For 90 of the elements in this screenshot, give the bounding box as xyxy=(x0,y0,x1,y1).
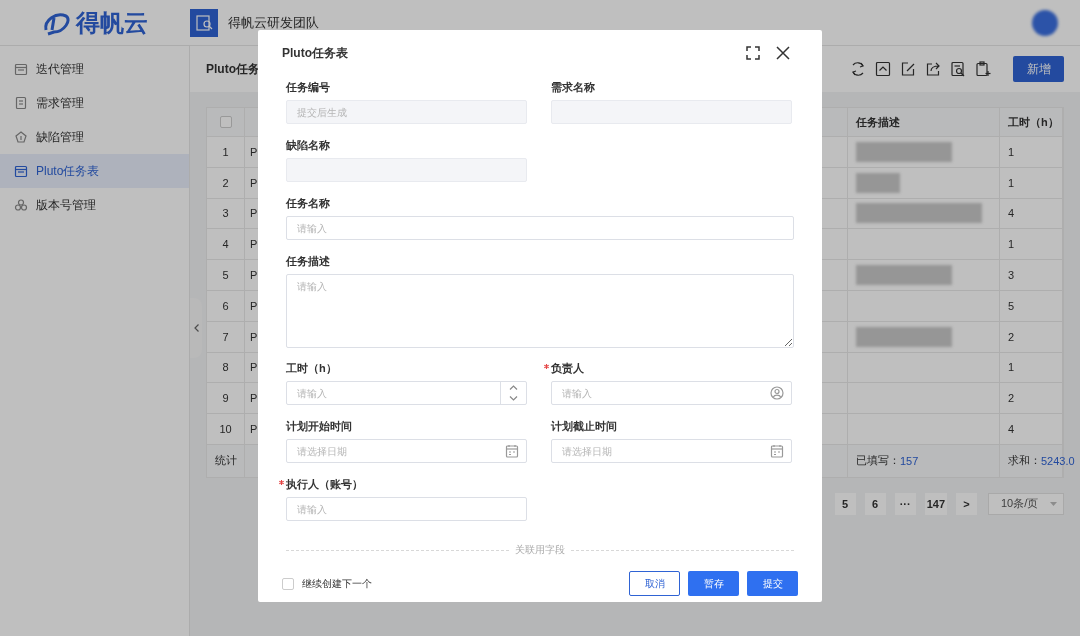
cubes-icon xyxy=(14,198,28,212)
edit-icon[interactable] xyxy=(899,60,917,78)
primary-button[interactable]: 提交 xyxy=(747,571,798,596)
field-label: 计划开始时间 xyxy=(286,418,352,434)
field-label: 工时（h） xyxy=(286,360,337,376)
field-label: 任务描述 xyxy=(286,253,330,269)
clipboard-add-icon[interactable] xyxy=(974,60,992,78)
number-field[interactable]: 请输入 xyxy=(286,381,527,405)
chevron-left-icon xyxy=(193,324,199,332)
team-name[interactable]: 得帆云研发团队 xyxy=(228,13,319,32)
calendar-icon xyxy=(505,444,519,458)
app-icon xyxy=(190,8,218,37)
column-header: 任务描述 xyxy=(848,108,1000,137)
refresh-icon[interactable] xyxy=(849,60,867,78)
collapse-icon[interactable] xyxy=(874,60,892,78)
sidebar-item[interactable]: 迭代管理 xyxy=(0,52,189,86)
sidebar-item[interactable]: 版本号管理 xyxy=(0,188,189,222)
divider-label: 关联用字段 xyxy=(515,543,565,557)
page-title: Pluto任务 xyxy=(206,60,260,78)
blurred-text xyxy=(856,172,900,193)
primary-button[interactable]: 暂存 xyxy=(688,571,739,596)
new-button[interactable]: 新增 xyxy=(1013,56,1064,82)
share-icon[interactable] xyxy=(924,60,942,78)
table-cell: 8 xyxy=(207,352,245,384)
field-label: 执行人（账号） xyxy=(286,476,363,492)
table-cell: 4 xyxy=(1000,198,1063,230)
calendar-icon xyxy=(14,62,28,76)
page-button[interactable]: ··· xyxy=(894,492,916,515)
table-cell: 2 xyxy=(1000,383,1063,415)
avatar[interactable] xyxy=(1032,9,1058,36)
table-cell: 1 xyxy=(1000,137,1063,168)
table-cell: 5 xyxy=(207,260,245,291)
calendar-icon xyxy=(770,444,784,458)
fullscreen-icon[interactable] xyxy=(746,46,760,60)
table-cell: 2 xyxy=(1000,321,1063,353)
sidebar-item[interactable]: 缺陷管理 xyxy=(0,120,189,154)
decrement-icon xyxy=(509,396,518,401)
summary-value: 157 xyxy=(900,454,919,467)
document-icon xyxy=(14,96,28,110)
table-cell: 3 xyxy=(207,198,245,230)
field-label: 缺陷名称 xyxy=(286,137,330,153)
table-cell: 1 xyxy=(1000,229,1063,261)
checkbox[interactable] xyxy=(282,577,294,590)
input-field[interactable]: 请输入 xyxy=(286,497,527,521)
column-header: 工时（h） xyxy=(1000,108,1063,137)
collapse-handle[interactable] xyxy=(190,298,202,358)
text-area[interactable]: 请输入 xyxy=(286,274,794,348)
table-cell: 2 xyxy=(207,167,245,199)
table-cell: 1 xyxy=(1000,352,1063,384)
next-page-button[interactable]: > xyxy=(956,492,977,515)
field-label: 计划截止时间 xyxy=(551,418,617,434)
select-all-checkbox[interactable] xyxy=(219,116,232,128)
summary-label: 求和： xyxy=(1008,453,1041,469)
field-label: 任务名称 xyxy=(286,195,330,211)
table-cell: 6 xyxy=(207,291,245,322)
table-cell: 1 xyxy=(1000,167,1063,199)
field-label: 任务编号 xyxy=(286,79,330,95)
page-button[interactable]: 6 xyxy=(864,492,886,515)
search-document-icon[interactable] xyxy=(949,60,967,78)
sidebar-item[interactable]: 需求管理 xyxy=(0,86,189,120)
cancel-button[interactable]: 取消 xyxy=(629,571,680,596)
dialog-title: Pluto任务表 xyxy=(282,44,349,62)
table-cell: 4 xyxy=(207,229,245,261)
table-cell: 1 xyxy=(207,137,245,168)
table-cell: 统计 xyxy=(207,444,245,477)
user-icon xyxy=(770,386,784,400)
caret-icon xyxy=(1050,501,1057,506)
field-label: 需求名称 xyxy=(551,79,595,95)
page-button[interactable]: 5 xyxy=(834,492,856,515)
date-picker[interactable]: 请选择日期 xyxy=(286,439,527,463)
page-size-select[interactable]: 10条/页 xyxy=(988,492,1064,515)
close-icon[interactable] xyxy=(776,46,790,60)
date-picker[interactable]: 请选择日期 xyxy=(551,439,792,463)
increment-icon xyxy=(509,385,518,390)
table-cell: 9 xyxy=(207,383,245,415)
table-cell: 5 xyxy=(1000,291,1063,322)
table-cell: 10 xyxy=(207,414,245,445)
table-cell: 7 xyxy=(207,321,245,353)
calendar-icon xyxy=(14,164,28,178)
field-label: 负责人 xyxy=(551,360,584,376)
input-field[interactable]: 请输入 xyxy=(286,216,794,240)
page-button[interactable]: 147 xyxy=(924,492,947,515)
table-cell: 4 xyxy=(1000,414,1063,445)
sidebar-item[interactable]: Pluto任务表 xyxy=(0,154,189,188)
summary-label: 已填写： xyxy=(856,453,900,469)
table-cell: 3 xyxy=(1000,260,1063,291)
logo-text: 得帆云 xyxy=(76,7,148,38)
summary-value: 5243.0 xyxy=(1041,454,1075,467)
user-picker[interactable]: 请输入 xyxy=(551,381,792,405)
checkbox-label: 继续创建下一个 xyxy=(302,576,372,591)
